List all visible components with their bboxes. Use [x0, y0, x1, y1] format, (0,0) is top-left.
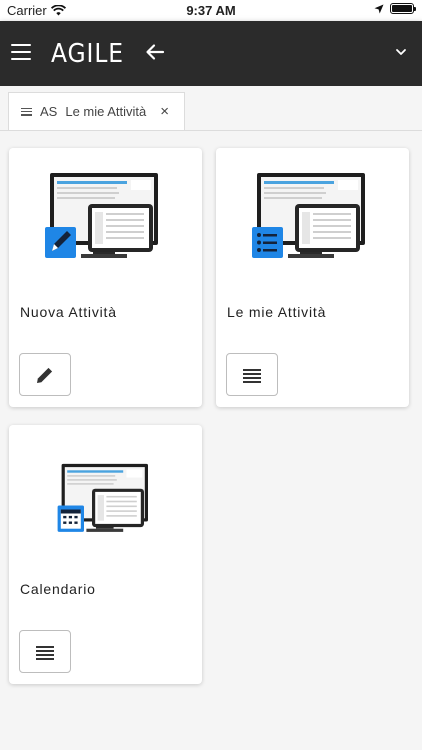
list-icon: [243, 368, 261, 383]
tab-strip: AS Le mie Attività ×: [0, 86, 422, 131]
card-title: Nuova Attività: [20, 304, 117, 320]
devices-illustration-icon: [45, 173, 158, 258]
chevron-down-icon[interactable]: [394, 45, 408, 59]
card-title: Calendario: [20, 581, 96, 597]
status-time: 9:37 AM: [186, 3, 236, 18]
list-icon: [36, 645, 54, 660]
tab-label: Le mie Attività: [65, 104, 147, 119]
devices-illustration-icon: [252, 173, 365, 258]
card-le-mie-attivita[interactable]: Le mie Attività: [216, 148, 409, 407]
card-nuova-attivita[interactable]: Nuova Attività: [9, 148, 202, 407]
tab-menu-icon: [21, 107, 32, 116]
battery-icon: [390, 3, 416, 14]
back-arrow-icon[interactable]: [144, 41, 166, 63]
close-icon[interactable]: ×: [160, 103, 169, 120]
tab-le-mie-attivita[interactable]: AS Le mie Attività ×: [8, 92, 185, 130]
new-activity-button[interactable]: [19, 353, 71, 396]
status-right: [374, 3, 416, 14]
location-arrow-icon: [374, 4, 384, 13]
card-calendario[interactable]: Calendario: [9, 425, 202, 684]
app-header: AGILE: [0, 21, 422, 86]
menu-icon[interactable]: [11, 44, 31, 60]
calendar-button[interactable]: [19, 630, 71, 673]
card-title: Le mie Attività: [227, 304, 327, 320]
my-activities-button[interactable]: [226, 353, 278, 396]
tab-prefix: AS: [40, 104, 58, 119]
devices-illustration-icon: [57, 463, 148, 532]
status-bar: Carrier 9:37 AM: [0, 0, 422, 21]
app-logo: AGILE: [51, 39, 124, 69]
pencil-icon: [37, 367, 53, 383]
